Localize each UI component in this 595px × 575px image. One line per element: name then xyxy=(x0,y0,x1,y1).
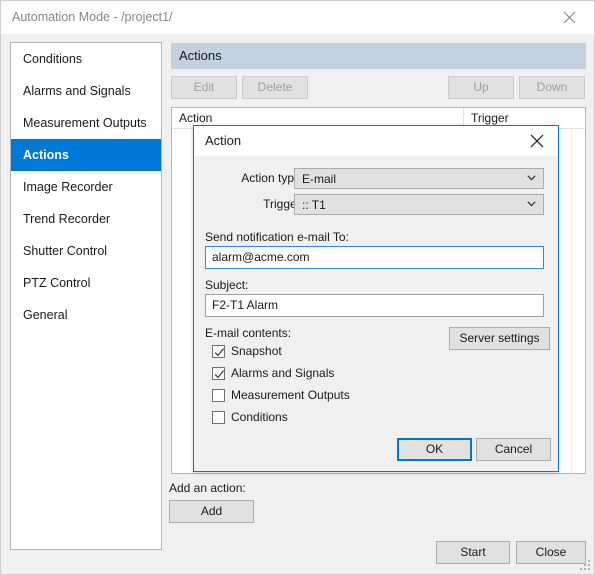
sidebar-item-conditions[interactable]: Conditions xyxy=(11,43,161,75)
sidebar-item-ptz-control[interactable]: PTZ Control xyxy=(11,267,161,299)
chevron-down-icon xyxy=(527,175,536,181)
trigger-value: :: T1 xyxy=(302,198,326,212)
send-to-label: Send notification e-mail To: xyxy=(205,230,349,244)
ok-button[interactable]: OK xyxy=(397,438,472,461)
server-settings-button[interactable]: Server settings xyxy=(449,327,550,350)
subject-label: Subject: xyxy=(205,278,249,292)
sidebar-item-label: Shutter Control xyxy=(23,244,108,258)
cancel-button[interactable]: Cancel xyxy=(476,438,551,461)
action-type-value: E-mail xyxy=(302,172,337,186)
action-type-select[interactable]: E-mail xyxy=(294,168,544,189)
sidebar-item-measurement-outputs[interactable]: Measurement Outputs xyxy=(11,107,161,139)
sidebar-item-trend-recorder[interactable]: Trend Recorder xyxy=(11,203,161,235)
sidebar-item-image-recorder[interactable]: Image Recorder xyxy=(11,171,161,203)
sidebar: Conditions Alarms and Signals Measuremen… xyxy=(10,42,162,550)
window-close-button[interactable] xyxy=(548,1,590,33)
checkbox-box xyxy=(212,411,225,424)
checkbox-box xyxy=(212,389,225,402)
panel-title: Actions xyxy=(179,48,222,63)
automation-mode-window: Automation Mode - /project1/ Conditions … xyxy=(0,0,595,575)
delete-button[interactable]: Delete xyxy=(242,76,308,99)
checkbox-label: Snapshot xyxy=(231,344,282,358)
sidebar-item-label: Actions xyxy=(23,148,69,162)
checkmark-icon xyxy=(214,348,225,357)
sidebar-item-label: Trend Recorder xyxy=(23,212,111,226)
add-button[interactable]: Add xyxy=(169,500,254,523)
window-title: Automation Mode - /project1/ xyxy=(12,10,173,24)
start-button[interactable]: Start xyxy=(436,541,510,564)
sidebar-item-label: Measurement Outputs xyxy=(23,116,147,130)
action-type-label: Action type: xyxy=(241,171,304,185)
actions-list-scrollbar[interactable] xyxy=(571,129,585,473)
add-action-label: Add an action: xyxy=(169,481,246,495)
sidebar-item-label: General xyxy=(23,308,68,322)
sidebar-item-actions[interactable]: Actions xyxy=(11,139,161,171)
send-to-input[interactable]: alarm@acme.com xyxy=(205,246,544,269)
chevron-down-icon xyxy=(527,201,536,207)
sidebar-item-label: Alarms and Signals xyxy=(23,84,131,98)
close-icon xyxy=(530,134,544,147)
trigger-label: Trigger: xyxy=(263,197,304,211)
move-down-button[interactable]: Down xyxy=(519,76,585,99)
sidebar-item-general[interactable]: General xyxy=(11,299,161,331)
resize-grip-icon[interactable] xyxy=(580,560,591,571)
checkbox-label: Conditions xyxy=(231,410,288,424)
sidebar-item-label: Conditions xyxy=(23,52,83,66)
trigger-select[interactable]: :: T1 xyxy=(294,194,544,215)
dialog-close-button[interactable] xyxy=(517,126,557,155)
sidebar-item-alarms-and-signals[interactable]: Alarms and Signals xyxy=(11,75,161,107)
sidebar-item-label: PTZ Control xyxy=(23,276,91,290)
close-icon xyxy=(563,11,575,23)
subject-input[interactable]: F2-T1 Alarm xyxy=(205,294,544,317)
column-header-action[interactable]: Action xyxy=(179,111,212,125)
email-contents-label: E-mail contents: xyxy=(205,326,292,340)
checkbox-box xyxy=(212,345,225,358)
checkbox-label: Alarms and Signals xyxy=(231,366,335,380)
dialog-titlebar: Action xyxy=(194,126,558,156)
sidebar-item-label: Image Recorder xyxy=(23,180,113,194)
column-header-trigger[interactable]: Trigger xyxy=(471,111,509,125)
dialog-title: Action xyxy=(205,133,242,148)
sidebar-item-shutter-control[interactable]: Shutter Control xyxy=(11,235,161,267)
checkbox-box xyxy=(212,367,225,380)
close-button[interactable]: Close xyxy=(516,541,586,564)
edit-button[interactable]: Edit xyxy=(171,76,237,99)
window-titlebar: Automation Mode - /project1/ xyxy=(1,1,594,34)
action-dialog: Action Action type: E-mail Trigger: :: T… xyxy=(193,125,559,472)
checkbox-label: Measurement Outputs xyxy=(231,388,350,402)
move-up-button[interactable]: Up xyxy=(448,76,514,99)
checkmark-icon xyxy=(214,370,225,379)
panel-header: Actions xyxy=(171,43,586,69)
